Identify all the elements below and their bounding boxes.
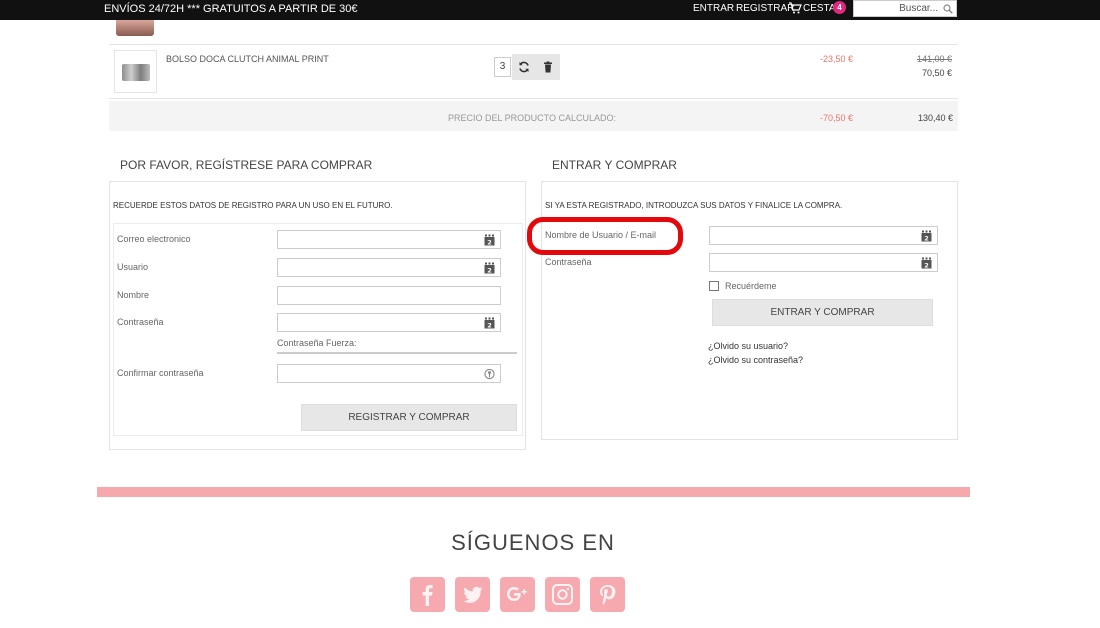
- row-divider: [109, 98, 958, 99]
- search-box: [853, 0, 957, 17]
- svg-text:2: 2: [924, 261, 929, 269]
- summary-total: 130,40 €: [918, 113, 954, 123]
- password-manager-icon[interactable]: 2: [484, 317, 495, 329]
- instagram-icon[interactable]: [545, 577, 580, 612]
- shipping-promo: ENVÍOS 24/72H *** GRATUITOS A PARTIR DE …: [104, 3, 358, 15]
- search-icon[interactable]: [943, 4, 953, 14]
- name-field[interactable]: [277, 286, 501, 305]
- product-image[interactable]: [114, 50, 157, 93]
- login-username-field[interactable]: 2: [709, 226, 938, 245]
- cart-link[interactable]: CESTA: [803, 3, 836, 14]
- register-title: POR FAVOR, REGÍSTRESE PARA COMPRAR: [120, 158, 373, 172]
- confirm-password-field[interactable]: [277, 364, 501, 383]
- row-divider: [109, 44, 958, 45]
- twitter-icon[interactable]: [455, 577, 490, 612]
- summary-label: PRECIO DEL PRODUCTO CALCULADO:: [448, 113, 617, 123]
- password-manager-icon[interactable]: 2: [921, 230, 932, 242]
- bag-image: [122, 64, 150, 81]
- highlight-annotation: [527, 217, 683, 255]
- cart-icon[interactable]: [788, 1, 802, 15]
- password-manager-icon[interactable]: 2: [921, 257, 932, 269]
- password-strength-label: Contraseña Fuerza:: [277, 338, 357, 348]
- cart-count-badge: 4: [833, 1, 846, 14]
- username-label: Usuario: [117, 262, 149, 272]
- username-field[interactable]: 2: [277, 258, 501, 277]
- remember-me-label[interactable]: Recuérdeme: [725, 281, 777, 291]
- trash-icon: [544, 61, 552, 73]
- google-plus-icon[interactable]: [500, 577, 535, 612]
- login-link[interactable]: ENTRAR: [693, 3, 734, 14]
- top-bar: ENVÍOS 24/72H *** GRATUITOS A PARTIR DE …: [0, 0, 1100, 20]
- register-note: RECUERDE ESTOS DATOS DE REGISTRO PARA UN…: [113, 201, 393, 210]
- confirm-password-label: Confirmar contraseña: [117, 368, 204, 378]
- svg-text:2: 2: [487, 266, 492, 274]
- login-password-field[interactable]: 2: [709, 253, 938, 272]
- forgot-password-link[interactable]: ¿Olvido su contraseña?: [708, 355, 803, 365]
- refresh-icon: [519, 61, 529, 73]
- svg-text:2: 2: [487, 321, 492, 329]
- remember-me-checkbox[interactable]: [709, 281, 719, 291]
- product-name[interactable]: BOLSO DOCA CLUTCH ANIMAL PRINT: [166, 54, 329, 64]
- svg-text:2: 2: [924, 234, 929, 242]
- login-and-buy-button[interactable]: ENTRAR Y COMPRAR: [712, 299, 933, 326]
- footer-accent-bar: [97, 487, 970, 497]
- login-password-label: Contraseña: [545, 257, 592, 267]
- remove-product-button[interactable]: [536, 54, 560, 80]
- register-and-buy-button[interactable]: REGISTRAR Y COMPRAR: [301, 404, 517, 431]
- pinterest-icon[interactable]: [590, 577, 625, 612]
- login-title: ENTRAR Y COMPRAR: [552, 158, 677, 172]
- product-price: 70,50 €: [922, 68, 953, 78]
- quantity-input[interactable]: 3: [494, 57, 511, 77]
- product-discount: -23,50 €: [820, 54, 854, 64]
- password-label: Contraseña: [117, 317, 164, 327]
- password-strength-bar: [277, 352, 517, 354]
- search-input[interactable]: [854, 1, 956, 16]
- login-note: SI YA ESTA REGISTRADO, INTRODUZCA SUS DA…: [545, 201, 843, 210]
- svg-text:2: 2: [487, 238, 492, 246]
- forgot-username-link[interactable]: ¿Olvido su usuario?: [708, 341, 788, 351]
- password-manager-icon[interactable]: 2: [484, 234, 495, 246]
- register-link[interactable]: REGISTRAR: [736, 3, 794, 14]
- name-label: Nombre: [117, 290, 150, 300]
- follow-us-title: SÍGUENOS EN: [451, 530, 615, 555]
- email-label: Correo electronico: [117, 234, 191, 244]
- product-old-price: 141,00 €: [917, 54, 953, 64]
- password-field[interactable]: 2: [277, 313, 501, 332]
- previous-product-image: [116, 20, 154, 36]
- password-manager-icon[interactable]: 2: [484, 262, 495, 274]
- key-icon[interactable]: [484, 368, 495, 380]
- email-field[interactable]: 2: [277, 230, 501, 249]
- update-quantity-button[interactable]: [512, 54, 536, 80]
- summary-discount: -70,50 €: [820, 113, 854, 123]
- facebook-icon[interactable]: [410, 577, 445, 612]
